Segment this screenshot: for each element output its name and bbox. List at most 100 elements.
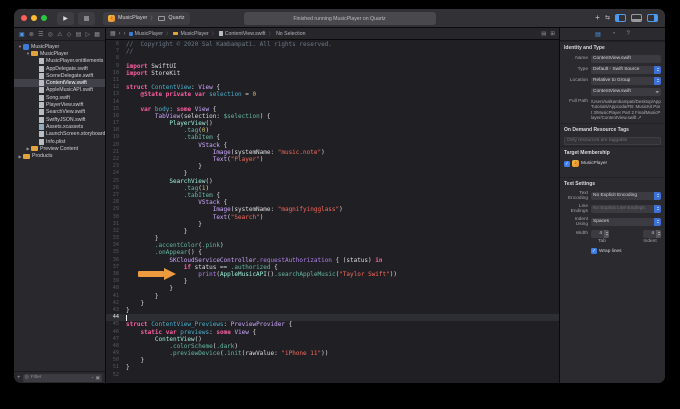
checkbox-checked-icon[interactable]: ✓ [591, 248, 597, 254]
code-line-22[interactable]: 22 Text("Player") [106, 156, 559, 163]
line-endings-dropdown[interactable]: No Explicit Line Endings [591, 205, 661, 213]
breakpoint-navigator-icon[interactable]: ▷ [85, 31, 90, 38]
tree-item-assets-xcassets[interactable]: Assets.xcassets [14, 123, 105, 130]
code-line-30[interactable]: 30 Text("Search") [106, 214, 559, 221]
toggle-navigator-button[interactable] [615, 14, 626, 22]
code-line-42[interactable]: 42 } [106, 300, 559, 307]
code-line-48[interactable]: 48 .colorScheme(.dark) [106, 343, 559, 350]
wrap-lines-row[interactable]: ✓ Wrap lines [591, 248, 661, 254]
library-button[interactable]: + [595, 14, 600, 22]
code-line-31[interactable]: 31 } [106, 221, 559, 228]
open-path-arrow-icon[interactable]: ➚ [638, 115, 642, 121]
breadcrumb-item[interactable]: MusicPlayer [180, 31, 208, 37]
test-navigator-icon[interactable]: ◇ [67, 31, 72, 38]
code-line-11[interactable]: 11 [106, 77, 559, 84]
location-dropdown[interactable]: Relative to Group [591, 77, 661, 85]
scheme-selector[interactable]: ♪ MusicPlayer 〉 Quartz [103, 12, 190, 25]
code-line-15[interactable]: 15 var body: some View { [106, 106, 559, 113]
tree-item-swiftyjson-swift[interactable]: SwiftyJSON.swift [14, 116, 105, 123]
code-line-29[interactable]: 29 Image(systemName: "magnifyingglass") [106, 206, 559, 213]
code-line-51[interactable]: 51} [106, 364, 559, 371]
toggle-inspector-button[interactable] [647, 14, 658, 22]
toggle-debug-area-button[interactable] [631, 14, 642, 22]
code-line-24[interactable]: 24 } [106, 170, 559, 177]
code-line-28[interactable]: 28 VStack { [106, 199, 559, 206]
checkbox-checked-icon[interactable]: ✓ [564, 161, 570, 167]
code-line-6[interactable]: 6// Copyright © 2020 Sal Kambampati. All… [106, 41, 559, 48]
breadcrumb-item[interactable]: ContentView.swift [225, 31, 266, 37]
back-button[interactable]: ‹ [119, 31, 121, 37]
code-line-43[interactable]: 43} [106, 307, 559, 314]
type-dropdown[interactable]: Default - Swift Source [591, 66, 661, 74]
debug-navigator-icon[interactable]: ▤ [76, 31, 82, 38]
tree-item-appdelegate-swift[interactable]: AppDelegate.swift [14, 65, 105, 72]
code-line-17[interactable]: 17 PlayerView() [106, 120, 559, 127]
tree-item-musicplayer[interactable]: ▼MusicPlayer [14, 43, 105, 50]
target-membership-row[interactable]: ✓ ♪ MusicPlayer [564, 160, 661, 167]
code-line-12[interactable]: 12struct ContentView: View { [106, 84, 559, 91]
editor-options-button[interactable]: ▤ [541, 31, 546, 37]
code-line-44[interactable]: 44 [106, 314, 559, 321]
code-line-40[interactable]: 40 } [106, 285, 559, 292]
tree-item-searchview-swift[interactable]: SearchView.swift [14, 109, 105, 116]
code-line-26[interactable]: 26 .tag(1) [106, 185, 559, 192]
add-editor-button[interactable]: ⊞ [550, 31, 555, 37]
symbol-navigator-icon[interactable]: ☰ [38, 31, 43, 38]
code-line-27[interactable]: 27 .tabItem { [106, 192, 559, 199]
tree-item-musicplayer-entitlements[interactable]: MusicPlayer.entitlements [14, 58, 105, 65]
editor-layout-button[interactable]: ⇆ [605, 15, 610, 21]
folder-icon[interactable]: ▰ [656, 89, 659, 95]
tree-item-contentview-swift[interactable]: ContentView.swift [14, 79, 105, 86]
code-line-8[interactable]: 8 [106, 55, 559, 62]
code-line-50[interactable]: 50 } [106, 357, 559, 364]
code-line-19[interactable]: 19 .tabItem { [106, 134, 559, 141]
file-location-field[interactable]: ContentView.swift▰ [591, 88, 661, 96]
code-line-47[interactable]: 47 ContentView() [106, 336, 559, 343]
code-line-13[interactable]: 13 @State private var selection = 0 [106, 91, 559, 98]
tab-width-stepper[interactable]: 4 [591, 230, 609, 238]
text-encoding-dropdown[interactable]: No Explicit Encoding [591, 192, 661, 200]
code-line-35[interactable]: 35 .onAppear() { [106, 249, 559, 256]
code-line-32[interactable]: 32 } [106, 228, 559, 235]
code-line-52[interactable]: 52 [106, 372, 559, 379]
code-line-36[interactable]: 36 SKCloudServiceController.requestAutho… [106, 257, 559, 264]
code-area[interactable]: 6// Copyright © 2020 Sal Kambampati. All… [106, 40, 559, 383]
breadcrumb-item[interactable]: No Selection [276, 31, 305, 37]
code-line-45[interactable]: 45struct ContentView_Previews: PreviewPr… [106, 321, 559, 328]
tree-item-products[interactable]: ▶Products [14, 152, 105, 159]
forward-button[interactable]: › [124, 31, 126, 37]
issue-navigator-icon[interactable]: ⚠ [57, 31, 62, 38]
project-navigator-icon[interactable]: ▣ [19, 31, 25, 38]
tree-item-launchscreen-storyboard[interactable]: LaunchScreen.storyboard [14, 131, 105, 138]
quick-help-inspector-icon[interactable]: ? [626, 31, 629, 37]
code-line-16[interactable]: 16 TabView(selection: $selection) { [106, 113, 559, 120]
indent-using-dropdown[interactable]: Spaces [591, 218, 661, 226]
code-line-34[interactable]: 34 .accentColor(.pink) [106, 242, 559, 249]
code-line-18[interactable]: 18 .tag(0) [106, 127, 559, 134]
zoom-window-button[interactable] [41, 15, 47, 21]
source-control-navigator-icon[interactable]: ⊗ [29, 31, 34, 38]
close-window-button[interactable] [21, 15, 27, 21]
code-line-9[interactable]: 9import SwiftUI [106, 63, 559, 70]
file-inspector-icon[interactable]: ▤ [595, 31, 601, 38]
code-line-41[interactable]: 41 } [106, 293, 559, 300]
tree-item-preview-content[interactable]: ▶Preview Content [14, 145, 105, 152]
history-inspector-icon[interactable]: ◔ [612, 31, 616, 37]
stepper-arrows-icon[interactable] [604, 230, 609, 238]
code-line-21[interactable]: 21 Image(systemName: "music.note") [106, 149, 559, 156]
tree-item-scenedelegate-swift[interactable]: SceneDelegate.swift [14, 72, 105, 79]
code-line-25[interactable]: 25 SearchView() [106, 178, 559, 185]
code-line-23[interactable]: 23 } [106, 163, 559, 170]
code-line-20[interactable]: 20 VStack { [106, 142, 559, 149]
source-control-status-icon[interactable]: ▣ [96, 375, 100, 381]
related-items-icon[interactable]: ▦ [110, 30, 116, 37]
tree-item-song-swift[interactable]: Song.swift [14, 94, 105, 101]
odr-tags-input[interactable]: Only resources are taggable [564, 137, 661, 145]
recent-files-icon[interactable]: ◔ [91, 375, 94, 381]
stepper-arrows-icon[interactable] [656, 230, 661, 238]
minimize-window-button[interactable] [31, 15, 37, 21]
indent-width-stepper[interactable]: 4 [643, 230, 661, 238]
code-line-46[interactable]: 46 static var previews: some View { [106, 329, 559, 336]
code-line-49[interactable]: 49 .previewDevice(.init(rawValue: "iPhon… [106, 350, 559, 357]
report-navigator-icon[interactable]: ▦ [94, 31, 100, 38]
